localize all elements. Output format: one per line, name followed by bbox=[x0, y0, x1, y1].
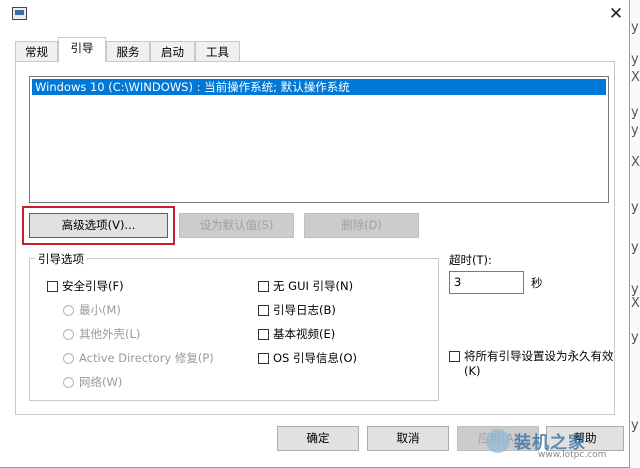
checkbox-box[interactable] bbox=[258, 281, 269, 292]
background-text: y bbox=[631, 105, 639, 120]
timeout-label: 超时(T): bbox=[449, 253, 492, 267]
make-permanent-checkbox[interactable]: 将所有引导设置设为永久有效 bbox=[449, 348, 614, 364]
ok-button[interactable]: 确定 bbox=[277, 426, 359, 451]
base-video-checkbox[interactable]: 基本视频(E) bbox=[258, 326, 335, 342]
watermark-url: www.lotpc.com bbox=[538, 450, 607, 460]
tab-boot[interactable]: 引导 bbox=[58, 37, 106, 62]
tab-general[interactable]: 常规 bbox=[15, 41, 58, 61]
tab-startup[interactable]: 启动 bbox=[150, 41, 195, 61]
active-directory-label: Active Directory 修复(P) bbox=[79, 351, 214, 365]
minimal-radio[interactable]: 最小(M) bbox=[63, 302, 121, 318]
advanced-options-button[interactable]: 高级选项(V)... bbox=[29, 213, 168, 238]
background-window-strip: y y X y y X y y y X y y bbox=[630, 0, 640, 468]
os-list[interactable]: Windows 10 (C:\WINDOWS) : 当前操作系统; 默认操作系统 bbox=[29, 76, 609, 203]
tab-services[interactable]: 服务 bbox=[106, 41, 150, 61]
window-icon bbox=[12, 7, 27, 20]
cancel-button[interactable]: 取消 bbox=[367, 426, 449, 451]
set-default-button[interactable]: 设为默认值(S) bbox=[179, 213, 294, 238]
background-text: y bbox=[631, 200, 639, 215]
delete-button[interactable]: 删除(D) bbox=[304, 213, 419, 238]
background-text: X bbox=[631, 296, 640, 311]
make-permanent-accesskey: (K) bbox=[464, 364, 481, 378]
os-boot-info-label: OS 引导信息(O) bbox=[273, 351, 358, 365]
system-configuration-window: ✕ 常规 引导 服务 启动 工具 Windows 10 (C:\WINDOWS)… bbox=[0, 0, 630, 468]
alternate-shell-radio[interactable]: 其他外壳(L) bbox=[63, 326, 140, 342]
checkbox-box[interactable] bbox=[258, 353, 269, 364]
network-label: 网络(W) bbox=[79, 375, 123, 389]
watermark: 装机之家 www.lotpc.com bbox=[486, 425, 636, 465]
background-text: y bbox=[631, 20, 639, 35]
close-button[interactable]: ✕ bbox=[603, 2, 629, 26]
timeout-input[interactable]: 3 bbox=[449, 271, 524, 294]
background-text: y bbox=[631, 123, 639, 138]
radio-circle[interactable] bbox=[63, 305, 74, 316]
background-text: X bbox=[631, 70, 640, 85]
minimal-label: 最小(M) bbox=[79, 303, 121, 317]
no-gui-boot-checkbox[interactable]: 无 GUI 引导(N) bbox=[258, 278, 353, 294]
make-permanent-label: 将所有引导设置设为永久有效 bbox=[464, 349, 614, 363]
alternate-shell-label: 其他外壳(L) bbox=[79, 327, 141, 341]
base-video-label: 基本视频(E) bbox=[273, 327, 336, 341]
checkbox-box[interactable] bbox=[258, 305, 269, 316]
no-gui-boot-label: 无 GUI 引导(N) bbox=[273, 279, 354, 293]
background-text: X bbox=[631, 155, 640, 170]
boot-log-checkbox[interactable]: 引导日志(B) bbox=[258, 302, 336, 318]
radio-circle[interactable] bbox=[63, 329, 74, 340]
background-text: y bbox=[631, 282, 639, 297]
radio-circle[interactable] bbox=[63, 377, 74, 388]
os-boot-info-checkbox[interactable]: OS 引导信息(O) bbox=[258, 350, 357, 366]
background-text: y bbox=[631, 330, 639, 345]
network-radio[interactable]: 网络(W) bbox=[63, 374, 122, 390]
radio-circle[interactable] bbox=[63, 353, 74, 364]
checkbox-box[interactable] bbox=[258, 329, 269, 340]
safe-boot-checkbox[interactable]: 安全引导(F) bbox=[47, 278, 124, 294]
tab-tools[interactable]: 工具 bbox=[195, 41, 240, 61]
boot-options-label: 引导选项 bbox=[35, 251, 87, 267]
background-text: y bbox=[631, 240, 639, 255]
title-bar[interactable]: ✕ bbox=[0, 0, 630, 30]
os-list-item[interactable]: Windows 10 (C:\WINDOWS) : 当前操作系统; 默认操作系统 bbox=[32, 79, 606, 95]
checkbox-box[interactable] bbox=[449, 351, 460, 362]
checkbox-box[interactable] bbox=[47, 281, 58, 292]
active-directory-radio[interactable]: Active Directory 修复(P) bbox=[63, 350, 214, 366]
watermark-logo-icon bbox=[486, 429, 510, 453]
boot-log-label: 引导日志(B) bbox=[273, 303, 336, 317]
background-text: y bbox=[631, 52, 639, 67]
safe-boot-label: 安全引导(F) bbox=[62, 279, 124, 293]
timeout-unit-label: 秒 bbox=[531, 276, 543, 290]
